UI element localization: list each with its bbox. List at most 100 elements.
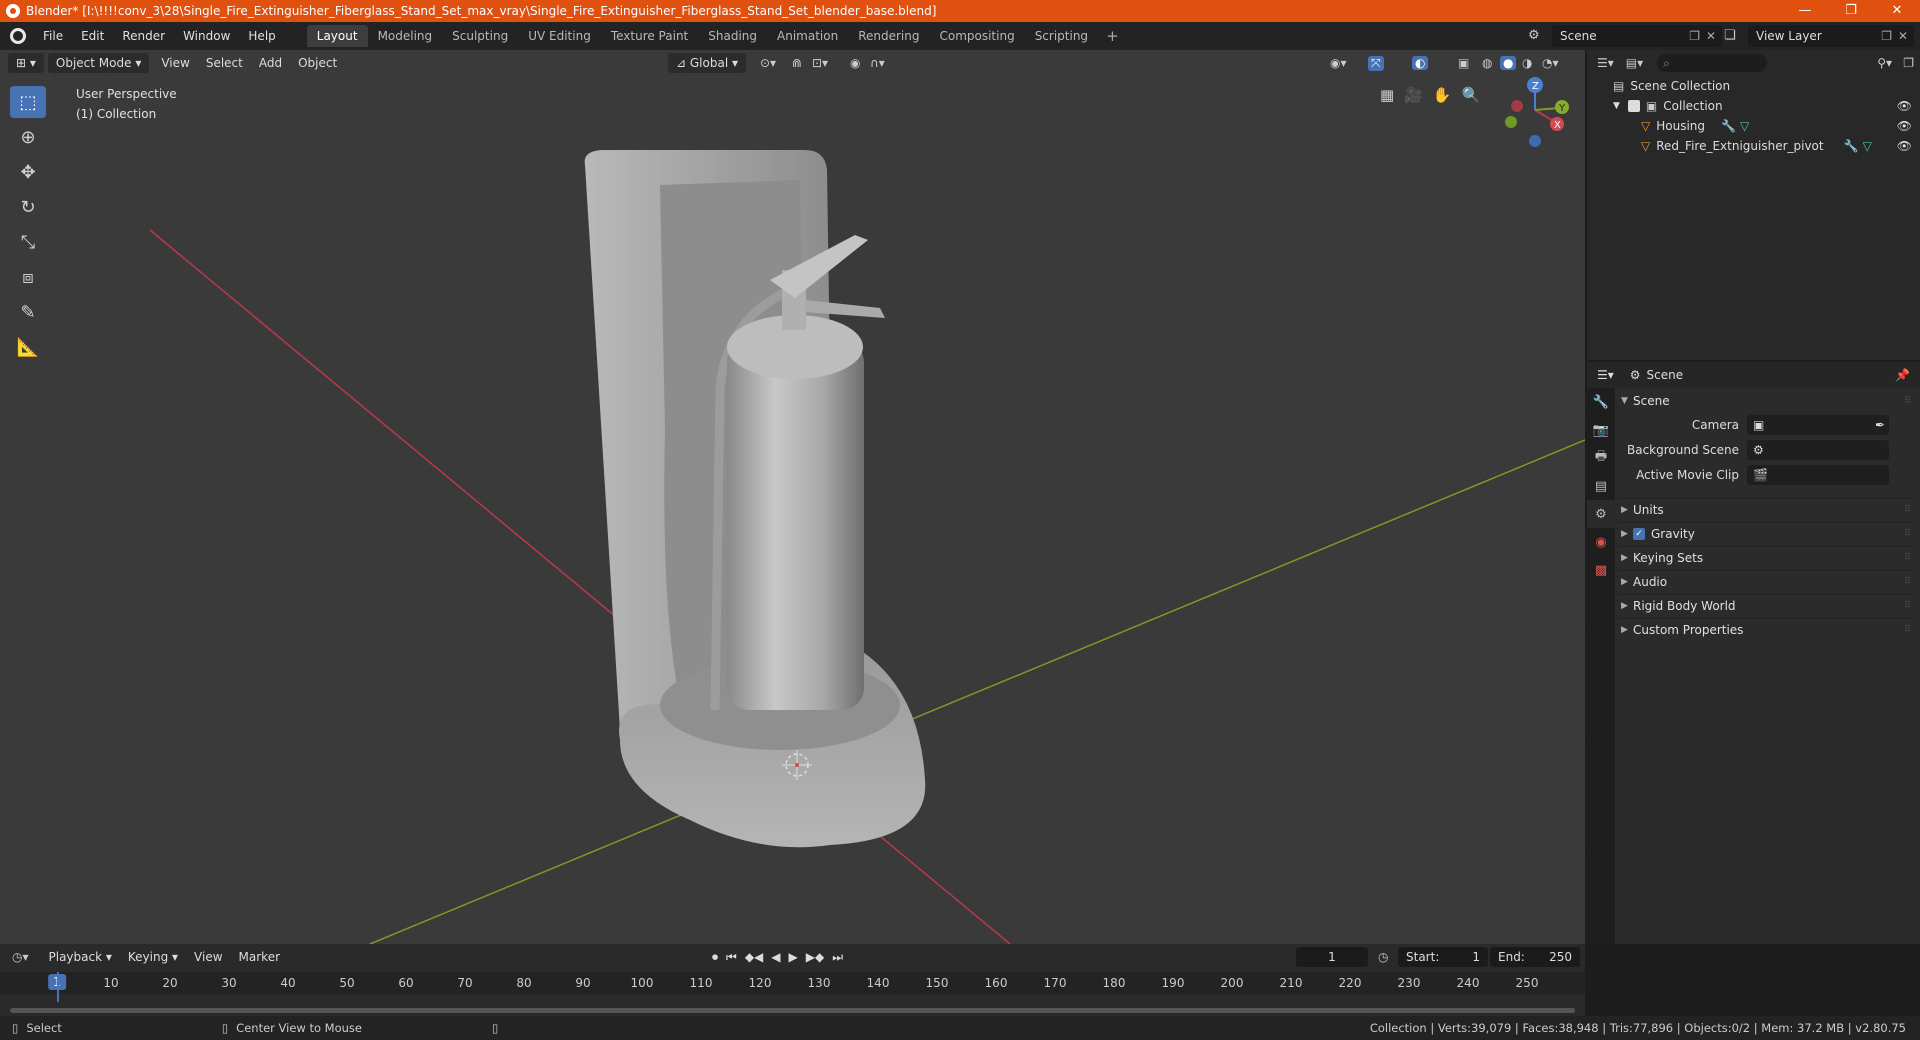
jump-end-button[interactable]: ⏭ (832, 950, 843, 965)
timeline-menu-marker[interactable]: Marker (231, 950, 288, 964)
timeline-track[interactable] (0, 972, 1585, 1016)
display-mode-icon[interactable]: ▤▾ (1626, 56, 1643, 70)
editor-type-button[interactable]: ⊞ ▾ (8, 53, 44, 73)
pin-icon[interactable]: 📌 (1895, 368, 1910, 382)
current-frame-field[interactable]: 1 (1296, 947, 1368, 967)
end-frame-field[interactable]: End: 250 (1490, 947, 1580, 967)
minimize-button[interactable]: — (1782, 0, 1828, 22)
mode-dropdown[interactable]: Object Mode ▾ (47, 53, 150, 73)
object-visibility-icon[interactable]: ◉▾ (1330, 56, 1347, 70)
pan-hand-icon[interactable]: ✋ (1433, 86, 1452, 104)
panel-grip-icon[interactable]: ⠿ (1904, 625, 1911, 635)
view-layer-selector[interactable]: View Layer ❐ ✕ (1748, 25, 1914, 47)
viewport-menu-add[interactable]: Add (251, 56, 290, 70)
view-layer-tab-icon[interactable]: ▤ (1587, 472, 1615, 500)
texture-tab-icon[interactable]: ▩ (1587, 556, 1615, 584)
scale-tool-icon[interactable]: ⤡ (10, 226, 46, 258)
panel-grip-icon[interactable]: ⠿ (1904, 529, 1911, 539)
cursor-tool-icon[interactable]: ⊕ (10, 121, 46, 153)
next-keyframe-button[interactable]: ▶◆ (806, 950, 824, 965)
tab-modeling[interactable]: Modeling (368, 25, 443, 47)
prev-keyframe-button[interactable]: ◆◀ (745, 950, 763, 965)
shading-wireframe-icon[interactable]: ◍ (1482, 56, 1492, 70)
tab-shading[interactable]: Shading (698, 25, 767, 47)
viewport-menu-view[interactable]: View (153, 56, 197, 70)
play-reverse-button[interactable]: ◀ (771, 950, 780, 965)
timeline-menu-keying[interactable]: Keying ▾ (120, 950, 186, 964)
proportional-edit-icon[interactable]: ◉ (850, 56, 860, 70)
clock-icon[interactable]: ◷ (1378, 950, 1388, 964)
shading-rendered-icon[interactable]: ◔▾ (1542, 56, 1559, 70)
properties-editor-icon[interactable]: ☰▾ (1597, 368, 1614, 382)
scene-section-header[interactable]: ▼ Scene ⠿ (1617, 390, 1915, 412)
expand-arrow-icon[interactable]: ▼ (1613, 101, 1620, 111)
transform-orientation-dropdown[interactable]: ⊿ Global ▾ (668, 53, 746, 73)
outliner-row-extinguisher[interactable]: ▽ Red_Fire_Extniguisher_pivot 🔧 ▽ 👁 (1587, 136, 1920, 156)
scene-tab-icon[interactable]: ⚙ (1587, 500, 1615, 528)
pivot-icon[interactable]: ⊙▾ (760, 56, 776, 70)
timeline-menu-playback[interactable]: Playback ▾ (41, 950, 120, 964)
tab-uv-editing[interactable]: UV Editing (518, 25, 601, 47)
extinguisher-visibility-icon[interactable]: 👁 (1897, 139, 1912, 153)
filter-icon[interactable]: ⚲▾ (1877, 56, 1892, 70)
zoom-icon[interactable]: 🔍 (1462, 86, 1481, 104)
panel-grip-icon[interactable]: ⠿ (1904, 577, 1911, 587)
audio-panel[interactable]: ▶ Audio ⠿ (1617, 570, 1915, 592)
remove-scene-icon[interactable]: ✕ (1706, 29, 1716, 43)
jump-start-button[interactable]: ⏮ (726, 950, 737, 965)
measure-tool-icon[interactable]: 📐 (10, 331, 46, 363)
collection-checkbox[interactable] (1627, 100, 1640, 112)
view-layer-icon[interactable]: ❏ (1724, 28, 1736, 43)
menu-file[interactable]: File (34, 29, 72, 43)
tab-texture-paint[interactable]: Texture Paint (601, 25, 698, 47)
outliner-row-housing[interactable]: ▽ Housing 🔧 ▽ 👁 (1587, 116, 1920, 136)
move-tool-icon[interactable]: ✥ (10, 156, 46, 188)
timeline-menu-view[interactable]: View (186, 950, 230, 964)
gravity-checkbox[interactable]: ✓ (1633, 527, 1645, 540)
copy-view-layer-icon[interactable]: ❐ (1881, 29, 1892, 43)
panel-grip-icon[interactable]: ⠿ (1904, 553, 1911, 563)
tab-layout[interactable]: Layout (306, 25, 368, 47)
snap-target-icon[interactable]: ⊡▾ (812, 56, 828, 70)
camera-field[interactable]: ▣ ✒ (1747, 415, 1889, 435)
tab-compositing[interactable]: Compositing (929, 25, 1024, 47)
render-tab-icon[interactable]: 📷 (1587, 416, 1615, 444)
shading-material-icon[interactable]: ◑ (1522, 56, 1532, 70)
shading-solid-icon[interactable]: ● (1500, 56, 1517, 70)
maximize-button[interactable]: ❐ (1828, 0, 1874, 22)
rotate-tool-icon[interactable]: ↻ (10, 191, 46, 223)
modifier-wrench-icon[interactable]: 🔧 (1844, 139, 1859, 153)
close-button[interactable]: ✕ (1874, 0, 1920, 22)
frame-ruler[interactable]: 1 10 20 30 40 50 60 70 80 90 100 110 120… (0, 972, 1585, 994)
select-box-tool-icon[interactable]: ⬚ (10, 86, 46, 118)
background-scene-field[interactable]: ⚙ (1747, 440, 1889, 460)
collection-visibility-icon[interactable]: 👁 (1897, 99, 1912, 113)
outliner-search-field[interactable]: ⌕ (1657, 54, 1768, 72)
units-panel[interactable]: ▶ Units ⠿ (1617, 498, 1915, 520)
start-frame-field[interactable]: Start: 1 (1398, 947, 1488, 967)
output-tab-icon[interactable]: 🖶 (1587, 444, 1615, 472)
world-tab-icon[interactable]: ◉ (1587, 528, 1615, 556)
housing-visibility-icon[interactable]: 👁 (1897, 119, 1912, 133)
grid-view-icon[interactable]: ▦ (1380, 86, 1394, 104)
eyedropper-icon[interactable]: ✒ (1875, 418, 1885, 432)
play-button[interactable]: ▶ (789, 950, 798, 965)
custom-properties-panel[interactable]: ▶ Custom Properties ⠿ (1617, 618, 1915, 640)
scene-selector[interactable]: Scene ❐ ✕ (1552, 25, 1722, 47)
active-movie-clip-field[interactable]: 🎬 (1747, 465, 1889, 485)
blender-menu-icon[interactable] (10, 28, 26, 44)
timeline-scrollbar[interactable] (10, 1008, 1575, 1013)
mesh-data-icon[interactable]: ▽ (1740, 119, 1749, 133)
outliner-row-scene-collection[interactable]: ▤ Scene Collection (1587, 76, 1920, 96)
tab-scripting[interactable]: Scripting (1025, 25, 1098, 47)
proportional-falloff-icon[interactable]: ∩▾ (870, 56, 885, 70)
scene-type-icon[interactable]: ⚙ (1528, 28, 1540, 43)
new-collection-icon[interactable]: ❐ (1903, 56, 1914, 70)
menu-help[interactable]: Help (239, 29, 284, 43)
transform-tool-icon[interactable]: ⧈ (10, 261, 46, 293)
tab-sculpting[interactable]: Sculpting (442, 25, 518, 47)
outliner-row-collection[interactable]: ▼ ▣ Collection 👁 (1587, 96, 1920, 116)
snap-icon[interactable]: ⋒ (792, 56, 802, 70)
add-workspace-button[interactable]: + (1098, 27, 1127, 45)
tool-tab-icon[interactable]: 🔧 (1587, 388, 1615, 416)
